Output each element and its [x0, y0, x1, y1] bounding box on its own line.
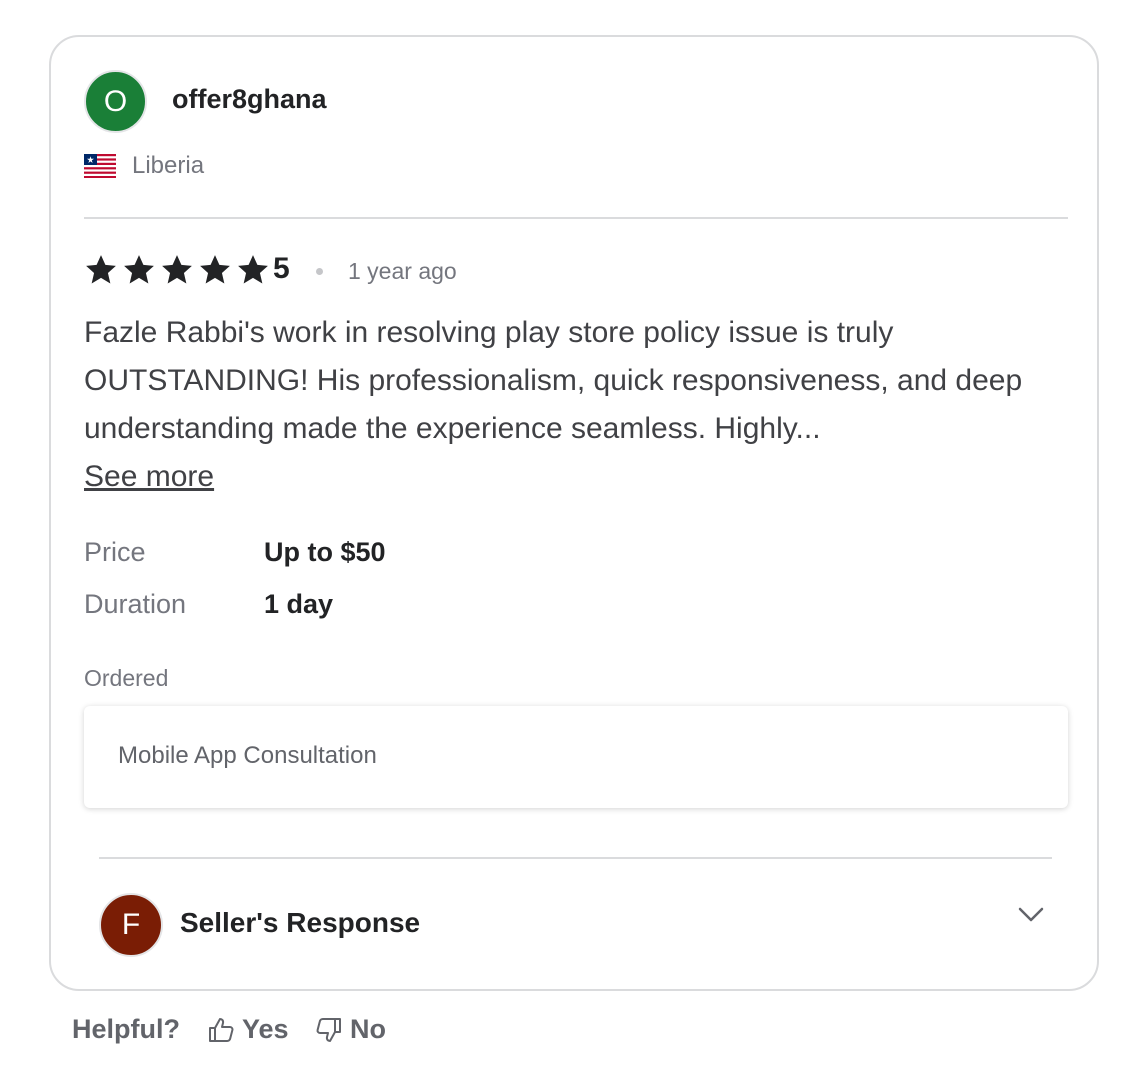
response-divider	[99, 857, 1052, 859]
see-more-link[interactable]: See more	[84, 453, 214, 501]
reviewer-country: Liberia	[132, 152, 205, 179]
chevron-down-icon[interactable]	[1017, 905, 1045, 925]
separator-dot	[316, 268, 323, 275]
reviewer-avatar[interactable]: O	[84, 70, 147, 133]
star-icon	[238, 255, 268, 284]
rating-value: 5	[273, 252, 290, 285]
review-card: O offer8ghana Liberia 5 1 year ago Fazle…	[49, 35, 1099, 991]
helpful-yes-label: Yes	[242, 1014, 289, 1044]
review-time: 1 year ago	[348, 258, 457, 284]
price-value: Up to $50	[264, 537, 386, 567]
star-icon	[162, 255, 192, 284]
seller-avatar-initial: F	[121, 908, 141, 941]
duration-value: 1 day	[264, 589, 334, 619]
helpful-yes-button[interactable]: Yes	[206, 1014, 289, 1045]
seller-response-label[interactable]: Seller's Response	[180, 907, 420, 939]
helpful-label: Helpful?	[72, 1014, 180, 1044]
helpful-no-button[interactable]: No	[314, 1014, 386, 1045]
duration-label: Duration	[84, 589, 187, 619]
thumbs-down-icon	[316, 1017, 341, 1042]
reviewer-avatar-initial: O	[103, 84, 128, 118]
ordered-label: Ordered	[84, 665, 169, 691]
star-rating	[84, 253, 270, 287]
helpful-no-label: No	[350, 1014, 386, 1044]
ordered-item-title: Mobile App Consultation	[118, 742, 377, 769]
liberia-flag-icon	[84, 154, 116, 178]
star-icon	[124, 255, 154, 284]
price-label: Price	[84, 537, 146, 567]
thumbs-up-icon	[209, 1017, 234, 1042]
seller-avatar: F	[99, 893, 163, 957]
reviewer-username[interactable]: offer8ghana	[172, 84, 327, 115]
ordered-item-card[interactable]: Mobile App Consultation	[84, 706, 1068, 808]
star-icon	[86, 255, 116, 284]
star-icon	[200, 255, 230, 284]
header-divider	[84, 217, 1068, 219]
review-text: Fazle Rabbi's work in resolving play sto…	[84, 316, 1023, 445]
